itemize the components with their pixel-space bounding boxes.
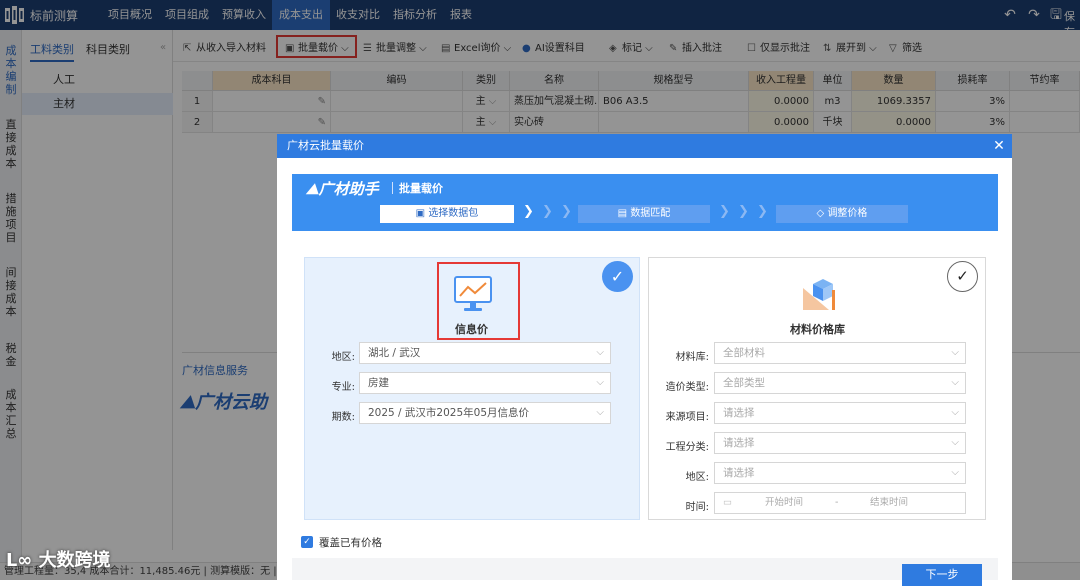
calendar-icon: ▭: [723, 497, 732, 508]
chevron-down-icon: ⌵: [951, 377, 959, 388]
chevron-down-icon: ⌵: [596, 377, 604, 388]
cover-existing-checkbox[interactable]: ✓: [301, 536, 313, 548]
label-period: 期数:: [331, 412, 355, 423]
select-material-library-value: 全部材料: [723, 347, 765, 359]
chevron-right-icon: ❯: [757, 204, 768, 219]
date-separator: -: [835, 497, 839, 508]
label-region: 地区:: [331, 352, 355, 363]
chevron-down-icon: ⌵: [951, 347, 959, 358]
batch-price-dialog: 广材云批量载价 ✕ ⛰广材助手 批量载价 ▣ 选择数据包 ❯ ❯ ❯ ▤ 数据匹…: [277, 134, 1012, 586]
chevron-down-icon: ⌵: [951, 437, 959, 448]
unselected-check-icon: ✓: [947, 261, 978, 292]
package-icon: ▣: [415, 208, 426, 219]
label-project-category: 工程分类:: [665, 442, 709, 453]
select-source-project[interactable]: 请选择 ⌵: [714, 402, 966, 424]
step-select-package[interactable]: ▣ 选择数据包: [380, 205, 514, 223]
select-specialty-value: 房建: [368, 377, 389, 389]
watermark-logo-icon: ᒪ∞: [6, 550, 33, 571]
match-icon: ▤: [617, 208, 628, 219]
brand-mountain-icon: ⛰: [306, 180, 319, 198]
step-adjust-price[interactable]: ◇ 调整价格: [776, 205, 908, 223]
step-data-match[interactable]: ▤ 数据匹配: [578, 205, 710, 223]
date-end[interactable]: 结束时间: [870, 493, 908, 513]
label-source-project: 来源项目:: [665, 412, 709, 423]
chevron-down-icon: ⌵: [596, 347, 604, 358]
chevron-right-icon: ❯: [561, 204, 572, 219]
select-period[interactable]: 2025 / 武汉市2025年05月信息价 ⌵: [359, 402, 611, 424]
label-specialty: 专业:: [331, 382, 355, 393]
step-adjust-price-label: 调整价格: [827, 208, 868, 219]
select-area-value: 请选择: [723, 467, 755, 479]
dialog-footer: [292, 558, 998, 580]
select-area[interactable]: 请选择 ⌵: [714, 462, 966, 484]
date-start[interactable]: 开始时间: [765, 493, 803, 513]
material-library-icon: [803, 279, 835, 310]
tag-icon: ◇: [816, 208, 825, 219]
chevron-right-icon: ❯: [719, 204, 730, 219]
assistant-banner: ⛰广材助手 批量载价 ▣ 选择数据包 ❯ ❯ ❯ ▤ 数据匹配 ❯ ❯ ❯ ◇ …: [292, 174, 998, 231]
brand-subtitle: 批量载价: [399, 182, 443, 195]
chevron-right-icon: ❯: [542, 204, 553, 219]
brand-name: 广材助手: [318, 180, 379, 198]
select-project-category-value: 请选择: [723, 437, 755, 449]
step-data-match-label: 数据匹配: [630, 208, 671, 219]
next-step-button[interactable]: 下一步: [902, 564, 982, 586]
select-material-library[interactable]: 全部材料 ⌵: [714, 342, 966, 364]
selected-check-icon: ✓: [602, 261, 633, 292]
label-area: 地区:: [685, 472, 709, 483]
select-source-project-value: 请选择: [723, 407, 755, 419]
select-region-value: 湖北 / 武汉: [368, 347, 421, 359]
chevron-right-icon: ❯: [738, 204, 749, 219]
select-region[interactable]: 湖北 / 武汉 ⌵: [359, 342, 611, 364]
brand-divider: [392, 182, 393, 194]
step-select-package-label: 选择数据包: [428, 208, 479, 219]
select-cost-type[interactable]: 全部类型 ⌵: [714, 372, 966, 394]
label-material-library: 材料库:: [675, 352, 709, 363]
brand-logo: ⛰广材助手: [306, 178, 379, 199]
dialog-title: 广材云批量载价: [277, 134, 1012, 158]
card-material-price-library-title: 材料价格库: [790, 323, 845, 336]
highlight-info-price: [437, 262, 520, 340]
select-period-value: 2025 / 武汉市2025年05月信息价: [368, 407, 530, 419]
select-project-category[interactable]: 请选择 ⌵: [714, 432, 966, 454]
chevron-right-icon: ❯: [523, 204, 534, 219]
date-range-picker[interactable]: ▭ 开始时间 - 结束时间: [714, 492, 966, 514]
chevron-down-icon: ⌵: [951, 407, 959, 418]
select-cost-type-value: 全部类型: [723, 377, 765, 389]
select-specialty[interactable]: 房建 ⌵: [359, 372, 611, 394]
watermark-text: 大数跨境: [38, 550, 111, 571]
close-icon[interactable]: ✕: [989, 136, 1009, 156]
card-material-price-library[interactable]: 材料价格库 材料库: 全部材料 ⌵ 造价类型: 全部类型 ⌵ 来源项目: 请选择 ⌵ …: [648, 257, 986, 520]
label-time: 时间:: [685, 502, 709, 513]
label-cost-type: 造价类型:: [665, 382, 709, 393]
chevron-down-icon: ⌵: [951, 467, 959, 478]
cover-existing-label: 覆盖已有价格: [319, 537, 382, 549]
chevron-down-icon: ⌵: [596, 407, 604, 418]
watermark: ᒪ∞ 大数跨境: [6, 546, 111, 572]
